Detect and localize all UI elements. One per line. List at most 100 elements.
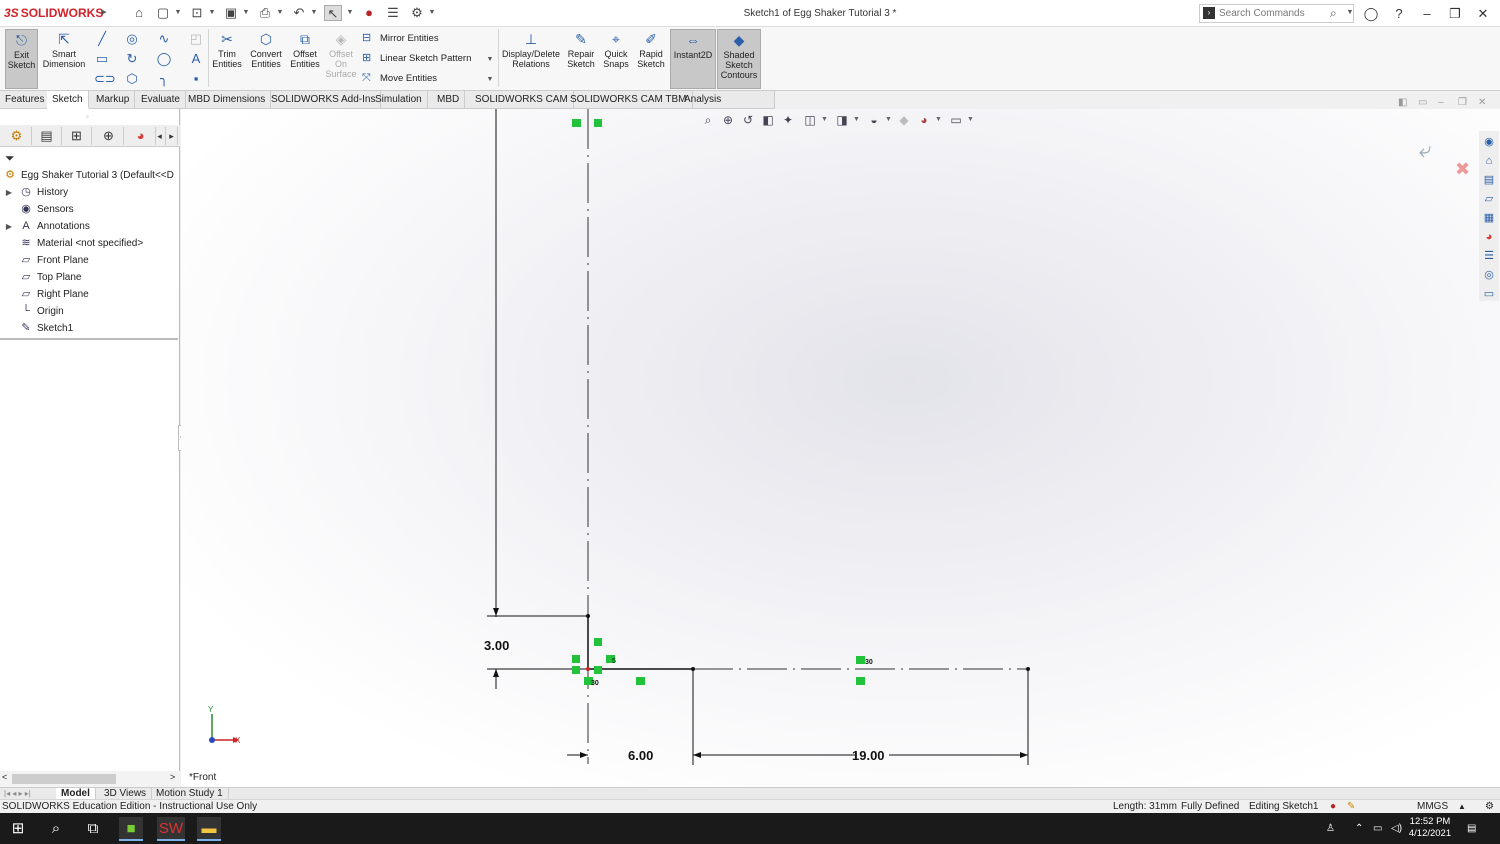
sketch-canvas[interactable]: 3.00 6.00 19.00 5 30 30 Y X (181, 109, 1500, 787)
volume-icon[interactable]: ◁) (1391, 813, 1402, 844)
search-icon[interactable]: ⌕ (1330, 6, 1337, 21)
sketch-point[interactable] (586, 614, 590, 618)
save-dropdown-icon[interactable]: ▼ (242, 5, 250, 21)
tree-item-front-plane[interactable]: ▱ Front Plane (0, 252, 178, 269)
select-cursor-icon[interactable]: ↖ (324, 5, 342, 21)
collinear-relation-icon[interactable] (856, 656, 865, 664)
solidworks-logo[interactable]: 3S SOLIDWORKS (4, 6, 103, 20)
tabs-scroll-right-icon[interactable]: ▸ (166, 127, 178, 145)
tab-sketch[interactable]: Sketch (47, 91, 89, 109)
scroll-left-icon[interactable]: < (2, 772, 7, 782)
dimension-19-label[interactable]: 19.00 (852, 748, 885, 763)
origin-point[interactable] (586, 667, 590, 671)
tree-item-origin[interactable]: └ Origin (0, 303, 178, 320)
search-commands-input[interactable]: › Search Commands ⌕ (1199, 4, 1354, 23)
new-dropdown-icon[interactable]: ▼ (174, 5, 182, 21)
property-manager-icon[interactable]: ▤ (32, 127, 62, 145)
scroll-right-icon[interactable]: > (170, 772, 175, 782)
scrollbar-thumb[interactable] (12, 774, 116, 784)
search-dropdown-icon[interactable]: ▼ (1346, 5, 1354, 21)
point-icon[interactable]: ▪ (188, 71, 204, 87)
tab-solidworks-cam-tbm[interactable]: SOLIDWORKS CAM TBM (565, 91, 693, 109)
options-dropdown-icon[interactable]: ▼ (428, 5, 436, 21)
task-view-icon[interactable]: ⧉ (81, 817, 105, 841)
move-dropdown-icon[interactable]: ▼ (486, 72, 494, 88)
tab-mbd-dimensions[interactable]: MBD Dimensions (183, 91, 272, 109)
polygon-icon[interactable]: ⬡ (124, 71, 140, 87)
tree-item-material[interactable]: ≋ Material <not specified> (0, 235, 178, 252)
save-icon[interactable]: ▣ (222, 5, 240, 21)
offset-entities-button[interactable]: ⧉ Offset Entities (288, 29, 322, 89)
rebuild-status-icon[interactable]: ● (1330, 800, 1336, 814)
rebuild-icon[interactable]: ● (360, 5, 378, 21)
display-manager-icon[interactable]: ◕ (126, 127, 156, 145)
dimxpert-manager-icon[interactable]: ⊕ (94, 127, 124, 145)
tray-chevron-icon[interactable]: ⌃ (1355, 813, 1363, 844)
vertical-relation-icon[interactable] (572, 119, 581, 127)
tab-markup[interactable]: Markup (91, 91, 136, 109)
user-account-icon[interactable]: ◯ (1360, 4, 1382, 23)
customize-status-icon[interactable]: ⚙ (1485, 800, 1494, 814)
tab-mbd[interactable]: MBD (432, 91, 466, 109)
search-icon[interactable]: ⌕ (44, 817, 68, 841)
home-icon[interactable]: ⌂ (130, 5, 148, 21)
dimension-3-label[interactable]: 3.00 (484, 638, 509, 653)
circle-icon[interactable]: ◎ (124, 31, 140, 47)
offset-on-surface-button[interactable]: ◈ Offset On Surface (324, 29, 358, 89)
viewport-close-icon[interactable]: ✕ (1478, 97, 1486, 108)
tree-item-annotations[interactable]: ▶ A Annotations (0, 218, 178, 235)
close-window-button[interactable]: ✕ (1472, 4, 1494, 23)
help-icon[interactable]: ? (1388, 4, 1410, 23)
text-icon[interactable]: A (188, 51, 204, 67)
pattern-dropdown-icon[interactable]: ▼ (486, 52, 494, 68)
notifications-icon[interactable]: ▤ (1467, 813, 1476, 844)
line-icon[interactable]: ╱ (94, 31, 110, 47)
undo-dropdown-icon[interactable]: ▼ (310, 5, 318, 21)
repair-sketch-button[interactable]: ✎ Repair Sketch (564, 29, 598, 89)
horizontal-relation-icon[interactable] (572, 666, 580, 674)
print-dropdown-icon[interactable]: ▼ (276, 5, 284, 21)
configuration-manager-icon[interactable]: ⊞ (62, 127, 92, 145)
sketch-relations-icon[interactable]: ✎ (1347, 800, 1355, 814)
print-icon[interactable]: ⎙ (256, 5, 274, 21)
file-properties-icon[interactable]: ☰ (384, 5, 402, 21)
dimension-6-label[interactable]: 6.00 (628, 748, 653, 763)
expand-arrow-icon[interactable]: ▶ (0, 218, 18, 235)
horizontal-relation-icon[interactable] (856, 677, 865, 685)
tree-root-part[interactable]: ⚙ Egg Shaker Tutorial 3 (Default<<D (0, 167, 178, 184)
display-delete-relations-button[interactable]: ⊥ Display/Delete Relations (500, 29, 562, 89)
coincident-relation-icon[interactable] (594, 666, 602, 674)
tab-solidworks-cam[interactable]: SOLIDWORKS CAM (470, 91, 574, 109)
open-dropdown-icon[interactable]: ▼ (208, 5, 216, 21)
convert-entities-button[interactable]: ⬡ Convert Entities (246, 29, 286, 89)
tab-features[interactable]: Features (0, 91, 51, 109)
units-selector[interactable]: MMGS (1417, 800, 1448, 814)
minimize-window-button[interactable]: – (1416, 4, 1438, 23)
feature-manager-tree-icon[interactable]: ⚙ (2, 127, 32, 145)
tree-item-history[interactable]: ▶ ◷ History (0, 184, 178, 201)
sketch-fillet-icon[interactable]: ◰ (188, 31, 204, 47)
viewport-collapse-icon[interactable]: ◧ (1398, 97, 1407, 108)
tree-item-sketch1[interactable]: ✎ Sketch1 (0, 320, 178, 337)
solidworks-taskbar-icon[interactable]: SW (157, 817, 185, 841)
tree-item-right-plane[interactable]: ▱ Right Plane (0, 286, 178, 303)
horizontal-relation-icon[interactable] (636, 677, 645, 685)
expand-arrow-icon[interactable]: ▶ (0, 184, 18, 201)
spline-icon[interactable]: ∿ (156, 31, 172, 47)
smart-dimension-button[interactable]: ⇱ Smart Dimension (40, 29, 88, 89)
rollback-bar[interactable] (0, 338, 178, 340)
tab-analysis-preparation[interactable]: Analysis Preparation (679, 91, 775, 123)
tabs-scroll-left-icon[interactable]: ◂ (154, 127, 166, 145)
vertical-relation-icon[interactable] (594, 638, 602, 646)
people-icon[interactable]: ♙ (1326, 813, 1335, 844)
graphics-area[interactable]: ⌕ ⊕ ↺ ◧ ✦ ◫ ▼ ◨ ▼ ◒ ▼ ◆ ◕ ▼ ▭ ▼ ⤶ ✖ ◉ ⌂ … (181, 109, 1500, 787)
file-explorer-taskbar-icon[interactable]: ▬ (197, 817, 221, 841)
pane-collapse-handle[interactable]: ◦ (86, 112, 89, 121)
open-folder-icon[interactable]: ⊡ (188, 5, 206, 21)
windows-start-icon[interactable]: ⊞ (6, 817, 30, 841)
exit-sketch-button[interactable]: ⎋ Exit Sketch (5, 29, 38, 89)
move-entities-button[interactable]: ⤧ Move Entities (362, 70, 492, 86)
rapid-sketch-button[interactable]: ✐ Rapid Sketch (634, 29, 668, 89)
new-document-icon[interactable]: ▢ (154, 5, 172, 21)
viewport-restore-icon[interactable]: ❐ (1458, 97, 1467, 108)
